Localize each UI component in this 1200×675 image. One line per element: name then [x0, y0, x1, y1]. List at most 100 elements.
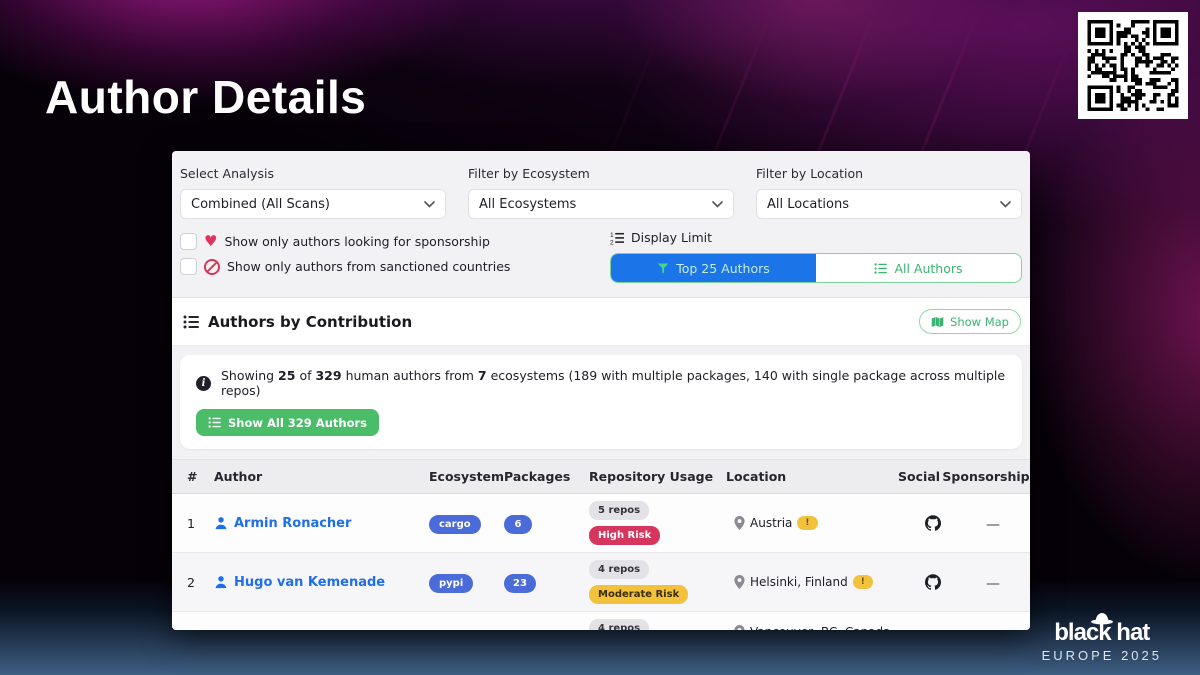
ecosystem-badge: pypi	[429, 574, 473, 593]
table-row: 1 Armin Ronacher cargo 6 5 repos High Ri…	[172, 494, 1030, 553]
display-limit-group: 12 Display Limit Top 25 Authors All Auth…	[610, 230, 1022, 283]
github-link[interactable]	[925, 515, 941, 531]
risk-pill: Moderate Risk	[589, 585, 688, 604]
select-analysis-group: Select Analysis Combined (All Scans)	[180, 166, 446, 219]
filter-ecosystem-group: Filter by Ecosystem All Ecosystems	[468, 166, 734, 219]
filter-ecosystem-value: All Ecosystems	[479, 197, 576, 212]
header-social: Social	[896, 469, 942, 484]
github-icon	[925, 515, 941, 531]
filter-options-row: ♥ Show only authors looking for sponsors…	[172, 219, 1030, 283]
chevron-down-icon	[1000, 201, 1011, 208]
risk-pill: High Risk	[589, 526, 660, 545]
info-icon: i	[196, 376, 211, 391]
location-text: Austria	[750, 516, 792, 530]
author-details-panel: Select Analysis Combined (All Scans) Fil…	[172, 151, 1030, 630]
ecosystem-count: 7	[478, 368, 487, 383]
show-map-button[interactable]: Show Map	[919, 309, 1021, 334]
list-icon	[208, 416, 221, 429]
all-authors-label: All Authors	[894, 261, 962, 276]
svg-text:2: 2	[610, 239, 614, 244]
display-limit-label: Display Limit	[631, 230, 712, 245]
all-authors-button[interactable]: All Authors	[816, 254, 1021, 282]
table-row: 3 Jon Dufresne pypi 18 4 repos Moderate …	[172, 612, 1030, 630]
author-name: Hugo van Kemenade	[234, 575, 385, 590]
section-title: Authors by Contribution	[208, 313, 412, 331]
filter-bar: Select Analysis Combined (All Scans) Fil…	[172, 151, 1030, 219]
sponsorship-filter-label: Show only authors looking for sponsorshi…	[224, 234, 489, 249]
sponsorship-filter-checkbox-row[interactable]: ♥ Show only authors looking for sponsors…	[180, 233, 510, 250]
github-icon	[925, 574, 941, 590]
sponsorship-value: —	[986, 576, 1000, 592]
repos-pill: 4 repos	[589, 560, 649, 579]
svg-text:1: 1	[610, 232, 614, 239]
header-ecosystem: Ecosystem	[429, 469, 504, 484]
repos-pill: 5 repos	[589, 501, 649, 520]
location-text: Helsinki, Finland	[750, 575, 848, 589]
heart-icon: ♥	[204, 234, 217, 249]
list-icon	[183, 314, 199, 330]
authors-table: # Author Ecosystem Packages Repository U…	[172, 459, 1030, 630]
filter-ecosystem-dropdown[interactable]: All Ecosystems	[468, 189, 734, 219]
sponsorship-value: —	[986, 517, 1000, 533]
author-link[interactable]: Hugo van Kemenade	[214, 575, 429, 590]
checkbox[interactable]	[180, 258, 197, 275]
table-row: 2 Hugo van Kemenade pypi 23 4 repos Mode…	[172, 553, 1030, 612]
filter-ecosystem-label: Filter by Ecosystem	[468, 166, 734, 181]
row-number: 1	[172, 516, 214, 531]
header-sponsorship: Sponsorship	[942, 469, 1030, 484]
chevron-down-icon	[424, 201, 435, 208]
filter-location-dropdown[interactable]: All Locations	[756, 189, 1022, 219]
list-icon	[874, 262, 887, 275]
total-count: 329	[315, 368, 341, 383]
show-map-label: Show Map	[950, 315, 1009, 329]
author-name: Armin Ronacher	[234, 516, 351, 531]
location-pin-icon	[734, 575, 745, 589]
sanctioned-filter-label: Show only authors from sanctioned countr…	[227, 259, 510, 274]
person-icon	[214, 575, 228, 589]
author-link[interactable]: Armin Ronacher	[214, 516, 429, 531]
github-link[interactable]	[925, 574, 941, 590]
funnel-icon	[657, 262, 669, 274]
warning-badge: !	[797, 516, 817, 530]
location-pin-icon	[734, 625, 745, 631]
packages-badge: 23	[504, 574, 536, 593]
map-icon	[931, 316, 944, 328]
no-entry-icon	[204, 259, 220, 275]
show-all-authors-label: Show All 329 Authors	[228, 416, 367, 430]
display-limit-header: 12 Display Limit	[610, 230, 1022, 245]
show-all-authors-button[interactable]: Show All 329 Authors	[196, 409, 379, 436]
section-header: Authors by Contribution Show Map	[172, 298, 1030, 346]
select-analysis-label: Select Analysis	[180, 166, 446, 181]
qr-code	[1078, 12, 1188, 119]
header-location: Location	[726, 469, 896, 484]
packages-badge: 6	[504, 515, 532, 534]
blackhat-logo: black hat EUROPE 2025	[1042, 609, 1162, 663]
location-pin-icon	[734, 516, 745, 530]
numbered-list-icon: 12	[610, 231, 624, 245]
filter-location-value: All Locations	[767, 197, 849, 212]
repos-pill: 4 repos	[589, 619, 649, 630]
display-limit-toggle: Top 25 Authors All Authors	[610, 253, 1022, 283]
location-text: Vancouver, BC, Canada	[750, 625, 891, 631]
filter-location-group: Filter by Location All Locations	[756, 166, 1022, 219]
checkbox[interactable]	[180, 233, 197, 250]
filter-location-label: Filter by Location	[756, 166, 1022, 181]
shown-count: 25	[278, 368, 295, 383]
ecosystem-badge: cargo	[429, 515, 481, 534]
summary-card: i Showing 25 of 329 human authors from 7…	[180, 355, 1022, 449]
warning-badge: !	[853, 575, 873, 589]
select-analysis-value: Combined (All Scans)	[191, 197, 330, 212]
table-header-row: # Author Ecosystem Packages Repository U…	[172, 459, 1030, 494]
header-repo-usage: Repository Usage	[589, 469, 726, 484]
person-icon	[214, 516, 228, 530]
checkbox-group: ♥ Show only authors looking for sponsors…	[180, 230, 510, 275]
summary-text: Showing 25 of 329 human authors from 7 e…	[221, 368, 1008, 398]
top-25-authors-button[interactable]: Top 25 Authors	[611, 254, 816, 282]
sanctioned-filter-checkbox-row[interactable]: Show only authors from sanctioned countr…	[180, 258, 510, 275]
header-packages: Packages	[504, 469, 589, 484]
top-25-authors-label: Top 25 Authors	[676, 261, 770, 276]
chevron-down-icon	[712, 201, 723, 208]
select-analysis-dropdown[interactable]: Combined (All Scans)	[180, 189, 446, 219]
section-title-group: Authors by Contribution	[183, 313, 412, 331]
summary-line: i Showing 25 of 329 human authors from 7…	[196, 368, 1008, 398]
